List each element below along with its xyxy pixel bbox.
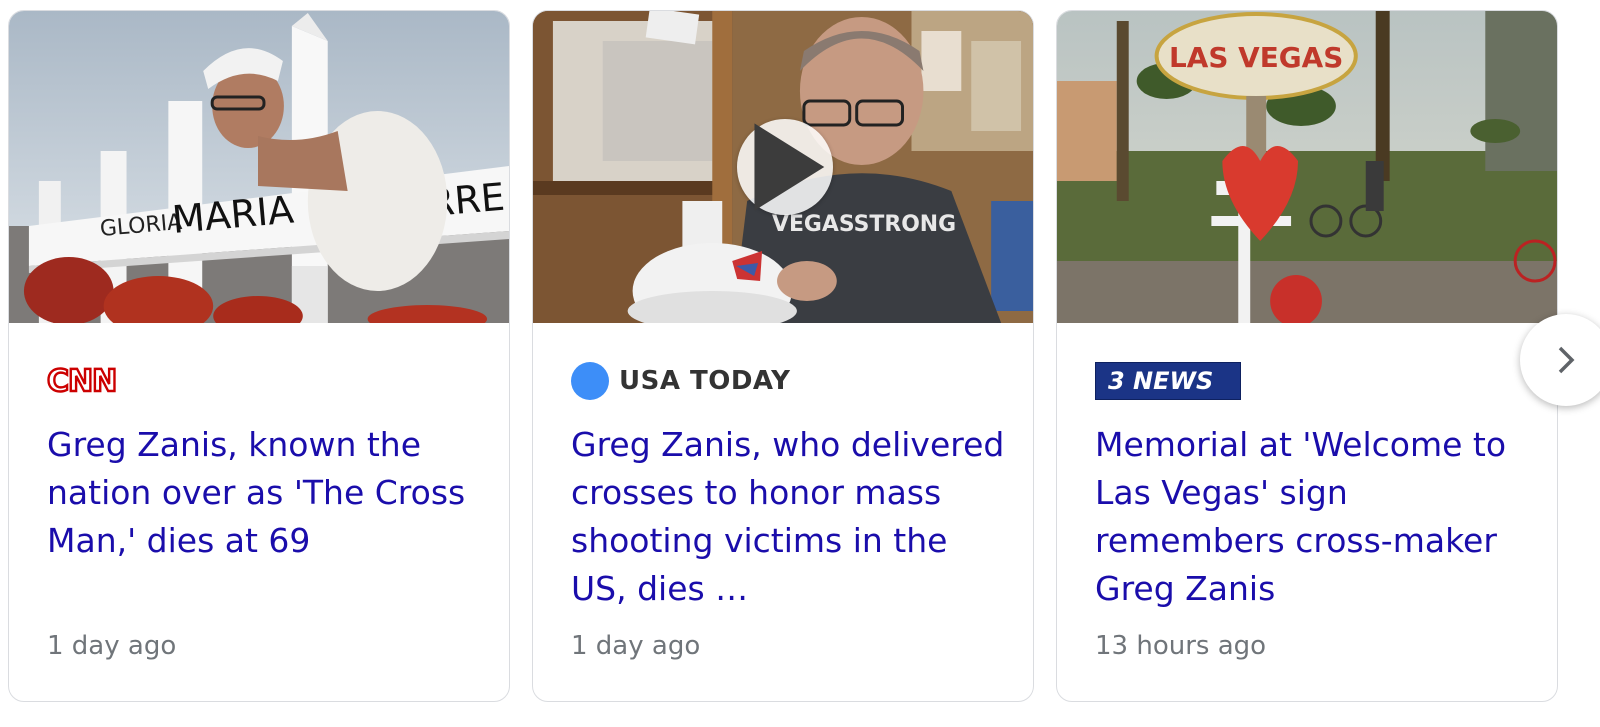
news-card-3news[interactable]: LAS VEGAS 3 NEWS Memorial at 'Welcome to… [1056, 10, 1558, 702]
shirt-text: VEGASSTRONG [772, 212, 956, 237]
sign-text: LAS VEGAS [1169, 41, 1343, 74]
usa-today-label: USA TODAY [619, 366, 791, 396]
news-timestamp: 13 hours ago [1095, 631, 1267, 661]
news-headline[interactable]: Memorial at 'Welcome to Las Vegas' sign … [1095, 421, 1535, 613]
news-thumbnail[interactable]: LAS VEGAS [1057, 11, 1557, 323]
news-source: 3 NEWS [1095, 361, 1241, 401]
news-source: CNN [46, 361, 119, 401]
news-headline[interactable]: Greg Zanis, known the nation over as 'Th… [47, 421, 487, 565]
news-timestamp: 1 day ago [47, 631, 177, 661]
play-icon [754, 123, 825, 211]
news-thumbnail[interactable]: VEGASSTRONG [533, 11, 1033, 323]
3news-logo: 3 NEWS [1095, 362, 1241, 400]
news-thumbnail[interactable]: GLORIA MARIA LEGARRE [9, 11, 509, 323]
usa-today-logo-icon [571, 362, 609, 400]
news-card-cnn[interactable]: GLORIA MARIA LEGARRE CNN Greg Zanis, kno… [8, 10, 510, 702]
news-card-usa-today[interactable]: VEGASSTRONG USA TODAY Greg Zanis, who de… [532, 10, 1034, 702]
news-headline[interactable]: Greg Zanis, who delivered crosses to hon… [571, 421, 1011, 613]
chevron-right-icon [1558, 346, 1575, 374]
play-video-button[interactable] [737, 119, 833, 215]
news-carousel: GLORIA MARIA LEGARRE CNN Greg Zanis, kno… [0, 0, 1600, 727]
news-source: USA TODAY [571, 361, 790, 401]
news-timestamp: 1 day ago [571, 631, 701, 661]
3news-logo-label: 3 NEWS [1108, 367, 1214, 395]
cnn-logo: CNN [46, 362, 119, 399]
